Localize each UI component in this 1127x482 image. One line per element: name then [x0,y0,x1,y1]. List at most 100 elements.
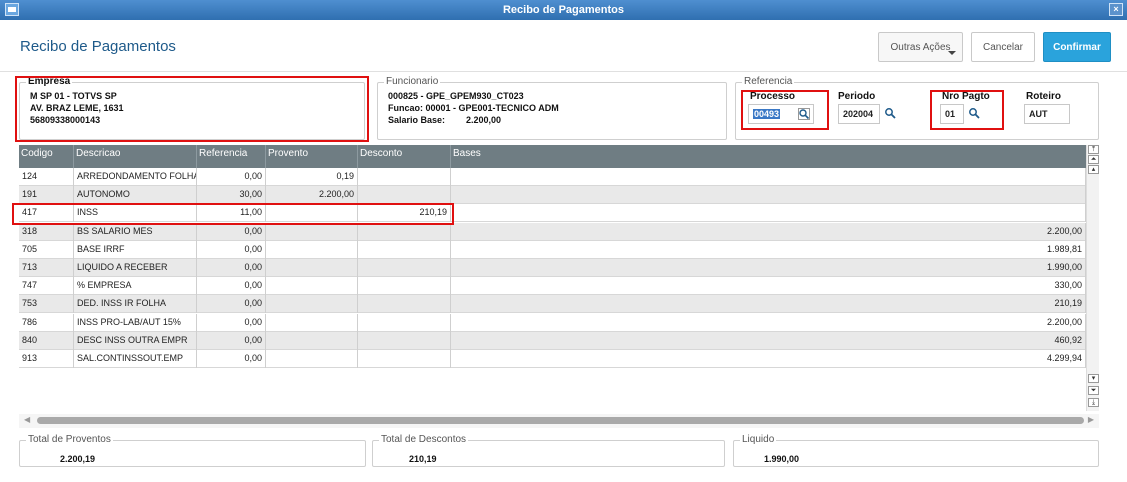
scroll-first-icon[interactable]: ⤒ [1088,145,1099,154]
inss-row-highlight [12,203,454,225]
total-proventos-panel: Total de Proventos 2.200,19 [19,434,366,467]
cell-codigo: 913 [19,350,74,368]
cell-descricao: INSS PRO-LAB/AUT 15% [74,313,197,332]
periodo-label: Periodo [838,91,876,102]
outras-acoes-button[interactable]: Outras Ações [878,32,963,62]
roteiro-field[interactable]: AUT [1024,104,1070,124]
scroll-left-icon[interactable]: ◀ [24,415,30,424]
cell-referencia: 0,00 [197,168,266,186]
cell-desconto [358,168,451,186]
window-close-button[interactable]: × [1109,3,1123,16]
cell-provento [266,240,358,259]
cell-provento [266,350,358,368]
table-row[interactable]: 705 BASE IRRF 0,00 1.989,81 [19,240,1086,259]
page-header: Recibo de Pagamentos Outras Ações Cancel… [0,20,1127,72]
col-referencia[interactable]: Referencia [197,145,266,168]
table-row[interactable]: 713 LIQUIDO A RECEBER 0,00 1.990,00 [19,259,1086,277]
grid-header: Codigo Descricao Referencia Provento Des… [19,145,1086,168]
cancelar-button[interactable]: Cancelar [971,32,1035,62]
scroll-last-icon[interactable]: ⤓ [1088,398,1099,407]
table-row[interactable]: 753 DED. INSS IR FOLHA 0,00 210,19 [19,295,1086,314]
cell-bases: 1.989,81 [451,240,1086,259]
payment-grid: Codigo Descricao Referencia Provento Des… [19,145,1086,411]
cell-provento: 0,19 [266,168,358,186]
cell-provento [266,259,358,277]
cell-codigo: 753 [19,295,74,314]
periodo-field[interactable]: 202004 [838,104,880,124]
cell-codigo: 840 [19,331,74,350]
cell-codigo: 124 [19,168,74,186]
col-provento[interactable]: Provento [266,145,358,168]
grid-horizontal-scrollbar[interactable]: ◀ ▶ [19,414,1099,428]
cell-desconto [358,277,451,296]
cell-descricao: BS SALARIO MES [74,222,197,241]
table-row[interactable]: 124 ARREDONDAMENTO FOLHA 0,00 0,19 [19,168,1086,186]
cell-desconto [358,350,451,368]
cell-bases [451,186,1086,205]
cell-provento: 2.200,00 [266,186,358,205]
total-descontos-value: 210,19 [409,454,437,464]
cell-descricao: SAL.CONTINSSOUT.EMP [74,350,197,368]
processo-highlight [741,90,829,130]
grid-vertical-scrollbar[interactable]: ⤒ ⏶ ▴ ▾ ⏷ ⤓ [1086,145,1099,411]
table-row[interactable]: 840 DESC INSS OUTRA EMPR 0,00 460,92 [19,331,1086,350]
periodo-search-icon[interactable] [884,107,896,119]
cell-codigo: 705 [19,240,74,259]
empresa-highlight [15,76,369,142]
cell-bases: 2.200,00 [451,313,1086,332]
chevron-down-icon [948,51,956,55]
funcionario-legend: Funcionario [384,76,441,87]
col-bases[interactable]: Bases [451,145,1086,168]
cell-referencia: 0,00 [197,240,266,259]
cell-codigo: 713 [19,259,74,277]
cell-desconto [358,222,451,241]
cell-referencia: 0,00 [197,313,266,332]
cell-bases: 460,92 [451,331,1086,350]
table-row[interactable]: 913 SAL.CONTINSSOUT.EMP 0,00 4.299,94 [19,350,1086,368]
cell-descricao: BASE IRRF [74,240,197,259]
cell-descricao: DESC INSS OUTRA EMPR [74,331,197,350]
cell-referencia: 0,00 [197,331,266,350]
liquido-panel: Liquido 1.990,00 [733,434,1099,467]
total-proventos-label: Total de Proventos [26,434,113,445]
cell-descricao: % EMPRESA [74,277,197,296]
scroll-down-icon[interactable]: ▾ [1088,374,1099,383]
cell-codigo: 191 [19,186,74,205]
cell-desconto [358,240,451,259]
cell-bases: 1.990,00 [451,259,1086,277]
horizontal-scroll-thumb[interactable] [37,417,1084,424]
col-descricao[interactable]: Descricao [74,145,197,168]
table-row[interactable]: 191 AUTONOMO 30,00 2.200,00 [19,186,1086,205]
cell-codigo: 747 [19,277,74,296]
cell-referencia: 0,00 [197,277,266,296]
window-title: Recibo de Pagamentos [502,4,625,16]
cell-desconto [358,295,451,314]
cell-descricao: ARREDONDAMENTO FOLHA [74,168,197,186]
col-codigo[interactable]: Codigo [19,145,74,168]
scroll-right-icon[interactable]: ▶ [1088,415,1094,424]
funcionario-panel: Funcionario 000825 - GPE_GPEM930_CT023 F… [377,76,727,140]
cell-descricao: AUTONOMO [74,186,197,205]
liquido-value: 1.990,00 [764,454,800,464]
cell-referencia: 30,00 [197,186,266,205]
salario-base-value: 2.200,00 [466,115,502,125]
scroll-page-up-icon[interactable]: ⏶ [1088,155,1099,164]
cell-desconto [358,186,451,205]
cell-bases [451,168,1086,186]
referencia-legend: Referencia [742,76,795,87]
cell-codigo: 318 [19,222,74,241]
cell-provento [266,331,358,350]
cell-referencia: 0,00 [197,350,266,368]
cell-provento [266,277,358,296]
cell-descricao: DED. INSS IR FOLHA [74,295,197,314]
cell-referencia: 0,00 [197,222,266,241]
salario-base-label: Salario Base: [388,115,446,125]
table-row[interactable]: 318 BS SALARIO MES 0,00 2.200,00 [19,222,1086,241]
col-desconto[interactable]: Desconto [358,145,451,168]
table-row[interactable]: 786 INSS PRO-LAB/AUT 15% 0,00 2.200,00 [19,313,1086,332]
table-row[interactable]: 747% EMPRESA 0,00 330,00 [19,277,1086,296]
confirmar-button[interactable]: Confirmar [1043,32,1111,62]
total-descontos-label: Total de Descontos [379,434,469,445]
scroll-up-icon[interactable]: ▴ [1088,165,1099,174]
scroll-page-down-icon[interactable]: ⏷ [1088,386,1099,395]
